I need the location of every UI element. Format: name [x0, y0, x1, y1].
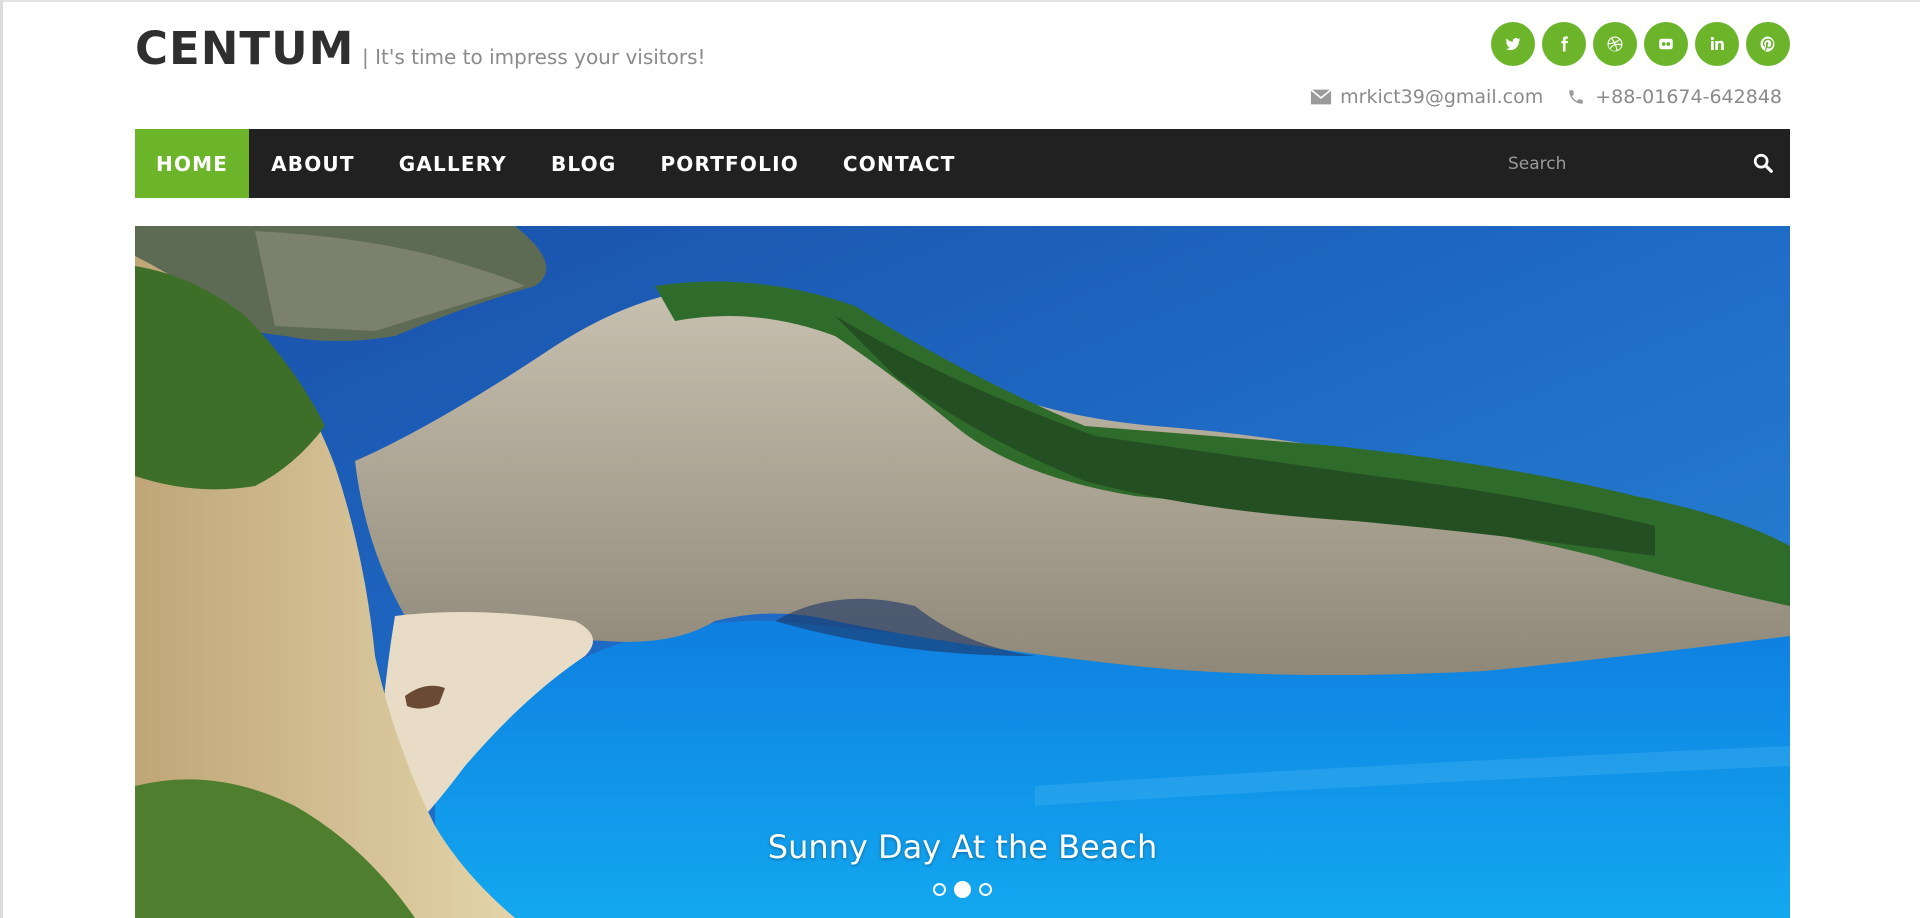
twitter-icon	[1505, 37, 1521, 51]
slider-dot-3[interactable]	[979, 883, 992, 896]
dribbble-icon	[1607, 36, 1623, 52]
flickr-icon	[1659, 38, 1673, 50]
pinterest-button[interactable]	[1746, 22, 1790, 66]
twitter-button[interactable]	[1491, 22, 1535, 66]
phone-text: +88-01674-642848	[1595, 86, 1782, 108]
dribbble-button[interactable]	[1593, 22, 1637, 66]
nav-item-about[interactable]: ABOUT	[249, 129, 377, 198]
search-box	[1490, 129, 1790, 198]
pinterest-icon	[1760, 36, 1775, 52]
linkedin-icon	[1710, 36, 1724, 50]
slider-pagination	[135, 881, 1790, 898]
linkedin-button[interactable]	[1695, 22, 1739, 66]
slide-image	[135, 226, 1790, 918]
envelope-icon	[1310, 89, 1332, 105]
slider-dot-1[interactable]	[933, 883, 946, 896]
facebook-button[interactable]	[1542, 22, 1586, 66]
main-nav: HOME ABOUT GALLERY BLOG PORTFOLIO CONTAC…	[135, 129, 1790, 198]
site-tagline: | It's time to impress your visitors!	[362, 45, 706, 69]
phone-icon	[1569, 90, 1583, 104]
facebook-icon	[1561, 36, 1568, 52]
contact-info: mrkict39@gmail.com +88-01674-642848	[1310, 86, 1782, 108]
site-header: CENTUM | It's time to impress your visit…	[135, 0, 1790, 128]
contact-email[interactable]: mrkict39@gmail.com	[1310, 86, 1543, 108]
left-border	[0, 0, 3, 918]
social-links	[1491, 22, 1790, 66]
slider-dot-2[interactable]	[954, 881, 971, 898]
search-input[interactable]	[1490, 153, 1730, 174]
nav-item-gallery[interactable]: GALLERY	[377, 129, 529, 198]
nav-item-contact[interactable]: CONTACT	[821, 129, 978, 198]
hero-slider: Sunny Day At the Beach	[135, 226, 1790, 918]
flickr-button[interactable]	[1644, 22, 1688, 66]
email-text: mrkict39@gmail.com	[1340, 86, 1544, 108]
search-icon[interactable]	[1752, 152, 1774, 174]
nav-item-blog[interactable]: BLOG	[529, 129, 639, 198]
slide-caption: Sunny Day At the Beach	[767, 828, 1158, 866]
contact-phone[interactable]: +88-01674-642848	[1565, 86, 1782, 108]
site-logo[interactable]: CENTUM	[135, 22, 354, 75]
nav-item-home[interactable]: HOME	[135, 129, 250, 198]
nav-item-portfolio[interactable]: PORTFOLIO	[638, 129, 820, 198]
